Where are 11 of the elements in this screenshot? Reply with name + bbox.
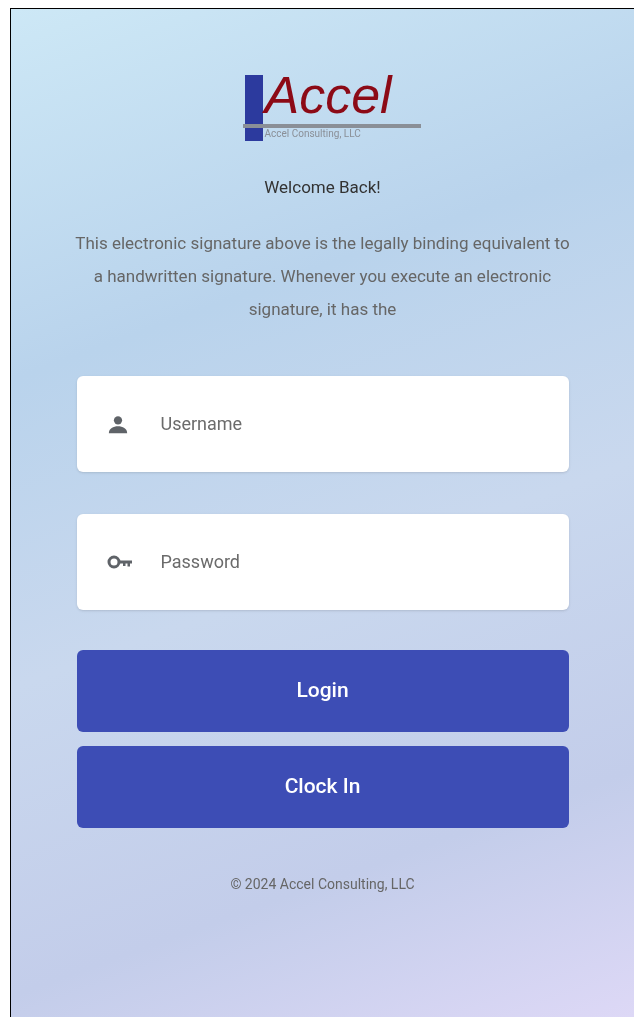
login-button[interactable]: Login [76,649,569,732]
logo-name: Accel [264,69,392,121]
clock-in-button[interactable]: Clock In [76,745,569,828]
description-text: This electronic signature above is the legally binding equivalent to a handwritten signature. Whenever you execute an electronic signature, it has the [74,231,571,321]
username-field[interactable]: Username [76,375,569,472]
password-field[interactable]: Password [76,513,569,610]
logo-tagline: Accel Consulting, LLC [264,129,361,139]
key-icon [106,553,133,570]
logo-bar-icon [244,75,263,141]
copyright-text: © 2024 Accel Consulting, LLC [230,874,415,894]
welcome-heading: Welcome Back! [264,176,381,199]
